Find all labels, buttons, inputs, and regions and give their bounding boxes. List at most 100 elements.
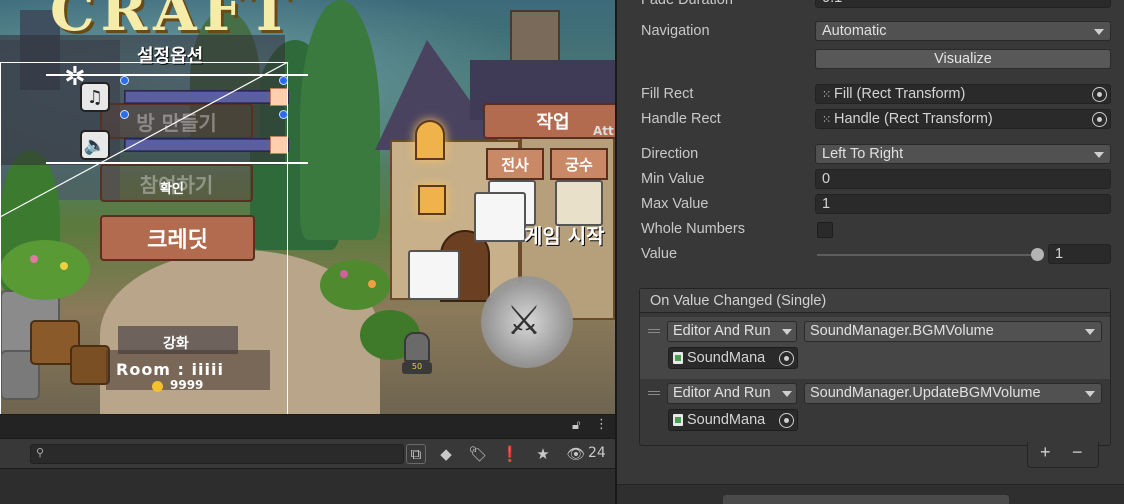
warning-filter-icon[interactable]: ❗ xyxy=(500,444,520,464)
fade-duration-field[interactable]: 0.1 xyxy=(815,0,1111,8)
handle-rect-label: Handle Rect xyxy=(641,111,721,127)
whole-numbers-checkbox[interactable] xyxy=(817,222,833,238)
event-header: On Value Changed (Single) xyxy=(640,289,1110,313)
flower xyxy=(60,262,68,270)
runtime-value: Editor And Run xyxy=(673,385,771,401)
navigation-value: Automatic xyxy=(822,23,887,39)
chevron-down-icon xyxy=(1085,391,1095,397)
fade-duration-label: Fade Duration xyxy=(641,0,733,8)
target-object-field[interactable]: SoundMana xyxy=(668,347,798,369)
drag-handle-icon[interactable] xyxy=(648,391,660,395)
event-entry[interactable]: Editor And Run SoundManager.BGMVolume So… xyxy=(640,317,1110,379)
coin-value: 9999 xyxy=(170,378,204,392)
runtime-dropdown[interactable]: Editor And Run xyxy=(667,321,797,342)
runtime-value: Editor And Run xyxy=(673,323,771,339)
tower-level: 50 xyxy=(402,362,432,374)
chevron-down-icon xyxy=(782,329,792,335)
value-field[interactable]: 1 xyxy=(1048,244,1111,264)
gizmo-handle[interactable] xyxy=(279,76,288,85)
add-component-button[interactable] xyxy=(723,495,1009,504)
unity-editor: CRAFT 설정옵션 방 만들기 참여하기 확인 크레딧 ♫ 🔈 xyxy=(0,0,1124,504)
crossed-swords-icon: ⚔ xyxy=(506,298,542,344)
gizmo-handle[interactable] xyxy=(279,110,288,119)
ui-placeholder-tile[interactable] xyxy=(474,192,526,242)
on-value-changed-event: On Value Changed (Single) Editor And Run… xyxy=(639,288,1111,446)
ui-placeholder-tile[interactable] xyxy=(408,250,460,300)
remove-event-button[interactable]: − xyxy=(1072,442,1083,463)
add-event-button[interactable]: + xyxy=(1040,442,1051,463)
script-icon xyxy=(673,352,683,364)
class-tab-warrior[interactable]: 전사 xyxy=(486,148,544,180)
coin-icon xyxy=(152,381,163,392)
hierarchy-list[interactable] xyxy=(0,468,615,504)
target-object-field[interactable]: SoundMana xyxy=(668,409,798,431)
event-entry[interactable]: Editor And Run SoundManager.UpdateBGMVol… xyxy=(640,379,1110,441)
game-start-label[interactable]: 게임 시작 xyxy=(524,220,605,249)
hierarchy-search-input[interactable]: ⚲ xyxy=(30,444,404,464)
type-filter-icon[interactable]: ◆ xyxy=(436,444,456,464)
inspector-footer xyxy=(617,484,1124,504)
favorite-icon[interactable]: ★ xyxy=(533,444,553,464)
min-value-label: Min Value xyxy=(641,171,705,187)
chevron-down-icon xyxy=(782,391,792,397)
value-slider-handle[interactable] xyxy=(1031,248,1044,261)
max-value-label: Max Value xyxy=(641,196,709,212)
whole-numbers-label: Whole Numbers xyxy=(641,221,745,237)
visualize-button[interactable]: Visualize xyxy=(815,49,1111,69)
scene-toolbar: 🔓︎ ⋮ xyxy=(0,414,615,438)
function-dropdown[interactable]: SoundManager.UpdateBGMVolume xyxy=(804,383,1102,404)
value-slider-track[interactable] xyxy=(817,254,1037,256)
navigation-label: Navigation xyxy=(641,23,710,39)
more-options-icon[interactable]: ⋮ xyxy=(595,417,608,432)
target-object-value: SoundMana xyxy=(687,350,766,366)
object-picker-icon[interactable] xyxy=(1092,112,1107,127)
search-icon: ⚲ xyxy=(36,446,45,459)
object-picker-icon[interactable] xyxy=(779,413,794,428)
fill-rect-value: Fill (Rect Transform) xyxy=(834,86,966,102)
flower xyxy=(368,280,376,288)
rect-transform-icon: ⁙ xyxy=(822,114,832,126)
chevron-down-icon xyxy=(1085,329,1095,335)
canvas-diagonal xyxy=(0,62,289,218)
scene-search-icon[interactable]: ⧉ xyxy=(406,444,426,464)
tower-icon[interactable] xyxy=(404,332,430,362)
direction-label: Direction xyxy=(641,146,699,162)
barrel xyxy=(70,345,110,385)
house-window xyxy=(418,185,446,215)
value-label: Value xyxy=(641,246,678,262)
object-picker-icon[interactable] xyxy=(1092,87,1107,102)
scene-view[interactable]: CRAFT 설정옵션 방 만들기 참여하기 확인 크레딧 ♫ 🔈 xyxy=(0,0,615,414)
max-value-field[interactable]: 1 xyxy=(815,194,1111,214)
gizmo-handle[interactable] xyxy=(120,110,129,119)
label-filter-icon[interactable]: 🏷︎ xyxy=(468,444,488,464)
bush xyxy=(320,260,390,310)
chevron-down-icon xyxy=(1094,152,1104,158)
fill-rect-field[interactable]: ⁙ Fill (Rect Transform) xyxy=(815,84,1111,104)
class-tab-archer[interactable]: 궁수 xyxy=(550,148,608,180)
tree xyxy=(300,0,380,240)
hidden-count: 24 xyxy=(588,445,606,461)
handle-rect-field[interactable]: ⁙ Handle (Rect Transform) xyxy=(815,109,1111,129)
min-value-field[interactable]: 0 xyxy=(815,169,1111,189)
function-value: SoundManager.BGMVolume xyxy=(810,323,994,339)
hierarchy-toolbar: ⚲ ⧉ ◆ 🏷︎ ❗ ★ 👁︎ 24 xyxy=(0,438,615,468)
hidden-objects-icon[interactable]: 👁︎ xyxy=(566,444,586,464)
function-dropdown[interactable]: SoundManager.BGMVolume xyxy=(804,321,1102,342)
script-icon xyxy=(673,414,683,426)
function-value: SoundManager.UpdateBGMVolume xyxy=(810,385,1041,401)
target-object-value: SoundMana xyxy=(687,412,766,428)
gizmo-handle[interactable] xyxy=(120,76,129,85)
handle-rect-value: Handle (Rect Transform) xyxy=(834,111,993,127)
object-picker-icon[interactable] xyxy=(779,351,794,366)
attack-label: Att xyxy=(593,124,614,138)
lock-icon[interactable]: 🔓︎ xyxy=(572,418,580,433)
runtime-dropdown[interactable]: Editor And Run xyxy=(667,383,797,404)
pivot-icon[interactable]: ✲ xyxy=(64,62,86,92)
direction-dropdown[interactable]: Left To Right xyxy=(815,144,1111,164)
inspector-panel: Fade Duration 0.1 Navigation Automatic V… xyxy=(617,0,1124,504)
room-label: Room : iiiii xyxy=(116,360,224,379)
direction-value: Left To Right xyxy=(822,146,904,162)
navigation-dropdown[interactable]: Automatic xyxy=(815,21,1111,41)
event-list-controls: + − xyxy=(1027,442,1099,468)
drag-handle-icon[interactable] xyxy=(648,329,660,333)
